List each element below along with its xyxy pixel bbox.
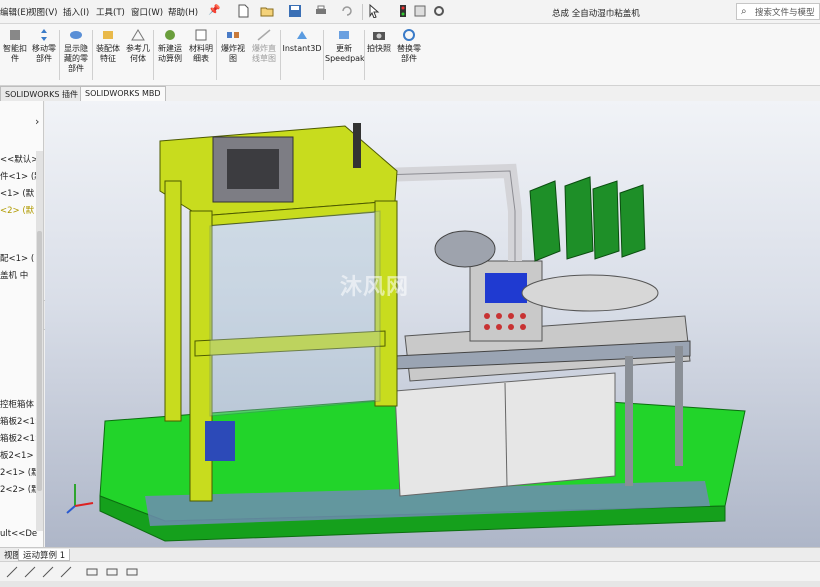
explode-line-sketch-button[interactable]: 爆炸直 线草图 — [249, 28, 279, 64]
line-tool-icon[interactable] — [6, 566, 18, 578]
take-snapshot-label: 拍快照 — [367, 44, 391, 53]
bottom-toolbar — [0, 561, 820, 581]
move-component-button[interactable]: 移动零 部件 — [30, 28, 58, 64]
replace-components-label: 替换零 部件 — [397, 44, 421, 63]
feature-manager-tree: › <<默认> 件<1> (默 <1> (默 <2> (默 配<1> ( 盖机 … — [0, 101, 44, 547]
assembly-3d-model[interactable] — [45, 101, 820, 547]
tree-item[interactable]: <2> (默 — [0, 204, 34, 216]
menu-edit[interactable]: 编辑(E) — [0, 6, 29, 18]
pin-icon[interactable]: 📌 — [208, 5, 220, 16]
assembly-features-icon — [103, 31, 113, 39]
move-component-label: 移动零 部件 — [32, 44, 56, 63]
tree-scrollbar-thumb[interactable] — [37, 231, 42, 491]
tab-motion-study-1[interactable]: 运动算例 1 — [18, 549, 71, 561]
tree-item[interactable]: <<默认> — [0, 153, 38, 165]
tree-item[interactable]: 盖机 中 — [0, 269, 28, 281]
reference-geometry-icon — [131, 29, 145, 41]
select-cursor-icon[interactable] — [367, 4, 381, 18]
search-input[interactable]: ⌕ 搜索文件与模型 — [736, 3, 820, 20]
tab-solidworks-addins[interactable]: SOLIDWORKS 插件 — [0, 86, 83, 101]
tree-item[interactable]: 2<1> (默 — [0, 466, 40, 478]
dimension-icon[interactable] — [86, 566, 98, 578]
new-file-icon[interactable] — [236, 4, 250, 18]
bom-label: 材料明 细表 — [189, 44, 213, 63]
tree-item[interactable]: 配<1> ( — [0, 252, 34, 264]
menu-insert[interactable]: 插入(I) — [63, 6, 89, 18]
tree-item[interactable]: <1> (默 — [0, 187, 34, 199]
tree-item[interactable]: ult<<De — [0, 529, 37, 539]
status-bar — [0, 581, 820, 587]
options-gear-icon[interactable] — [432, 4, 446, 18]
instant3d-button[interactable]: Instant3D — [282, 28, 322, 54]
tree-item[interactable]: 2<2> (默 — [0, 483, 40, 495]
dimension-icon[interactable] — [126, 566, 138, 578]
line-tool-icon[interactable] — [24, 566, 36, 578]
take-snapshot-button[interactable]: 拍快照 — [366, 28, 392, 54]
command-tabs: SOLIDWORKS 插件 SOLIDWORKS MBD — [0, 86, 166, 101]
motion-study-icon — [165, 30, 175, 40]
traffic-light-icon[interactable] — [396, 4, 410, 18]
menu-bar: 编辑(E) 视图(V) 插入(I) 工具(T) 窗口(W) 帮助(H) 📌 总成… — [0, 0, 820, 24]
exploded-view-button[interactable]: 爆炸视 图 — [218, 28, 248, 64]
menu-window[interactable]: 窗口(W) — [131, 6, 163, 18]
tree-item[interactable]: 控柜箱体 — [0, 398, 34, 410]
camera-icon — [373, 32, 385, 40]
menu-view[interactable]: 视图(V) — [28, 6, 57, 18]
undo-icon[interactable] — [340, 4, 354, 18]
menu-tools[interactable]: 工具(T) — [96, 6, 125, 18]
speedpak-icon — [339, 31, 349, 39]
move-component-icon — [41, 29, 47, 41]
show-hidden-components-button[interactable]: 显示隐 藏的零 部件 — [61, 28, 91, 74]
open-folder-icon[interactable] — [260, 4, 274, 18]
explode-line-sketch-label: 爆炸直 线草图 — [252, 44, 276, 63]
bom-icon — [195, 29, 207, 41]
smart-fasteners-button[interactable]: 智能扣 件 — [2, 28, 28, 64]
tree-scrollbar[interactable] — [36, 151, 43, 531]
instant3d-label: Instant3D — [282, 44, 322, 53]
show-hidden-label: 显示隐 藏的零 部件 — [64, 44, 88, 73]
tree-item[interactable]: 板2<1> — [0, 449, 34, 461]
solidworks-window: 编辑(E) 视图(V) 插入(I) 工具(T) 窗口(W) 帮助(H) 📌 总成… — [0, 0, 820, 587]
smart-fasteners-label: 智能扣 件 — [3, 44, 27, 63]
assembly-features-button[interactable]: 装配体 特征 — [94, 28, 122, 64]
replace-components-button[interactable]: 替换零 部件 — [394, 28, 424, 64]
graphics-area[interactable]: 沐风网 — [45, 101, 820, 547]
assembly-features-label: 装配体 特征 — [96, 44, 120, 63]
rebuild-icon[interactable] — [413, 4, 427, 18]
search-placeholder: 搜索文件与模型 — [755, 8, 815, 18]
replace-components-icon — [403, 29, 415, 41]
search-icon: ⌕ — [741, 6, 747, 17]
exploded-view-label: 爆炸视 图 — [221, 44, 245, 63]
chevron-right-icon[interactable]: › — [35, 115, 39, 128]
bottom-tab-strip: 视图 运动算例 1 — [0, 547, 820, 561]
save-icon[interactable] — [288, 4, 302, 18]
line-tool-icon[interactable] — [60, 566, 72, 578]
reference-geometry-label: 参考几 何体 — [126, 44, 150, 63]
smart-fasteners-icon — [10, 30, 20, 40]
command-manager: 智能扣 件 移动零 部件 显示隐 藏的零 部件 装配体 特征 参考几 何体 新建… — [0, 24, 820, 86]
instant3d-icon — [297, 31, 307, 39]
new-motion-study-button[interactable]: 新建运 动算例 — [155, 28, 185, 64]
new-motion-study-label: 新建运 动算例 — [158, 44, 182, 63]
tab-solidworks-mbd[interactable]: SOLIDWORKS MBD — [80, 86, 166, 101]
update-speedpak-button[interactable]: 更新 Speedpak — [325, 28, 365, 64]
menu-help[interactable]: 帮助(H) — [168, 6, 198, 18]
watermark-text: 沐风网 — [340, 275, 410, 300]
exploded-view-icon — [227, 32, 239, 38]
speedpak-label: 更新 Speedpak — [325, 44, 365, 63]
bill-of-materials-button[interactable]: 材料明 细表 — [187, 28, 215, 64]
line-tool-icon[interactable] — [42, 566, 54, 578]
dimension-icon[interactable] — [106, 566, 118, 578]
print-icon[interactable] — [314, 4, 328, 18]
explode-line-sketch-icon — [257, 29, 271, 41]
reference-geometry-button[interactable]: 参考几 何体 — [124, 28, 152, 64]
show-hidden-icon — [70, 31, 82, 39]
document-title: 总成 全自动湿巾粘盖机 — [552, 9, 640, 19]
